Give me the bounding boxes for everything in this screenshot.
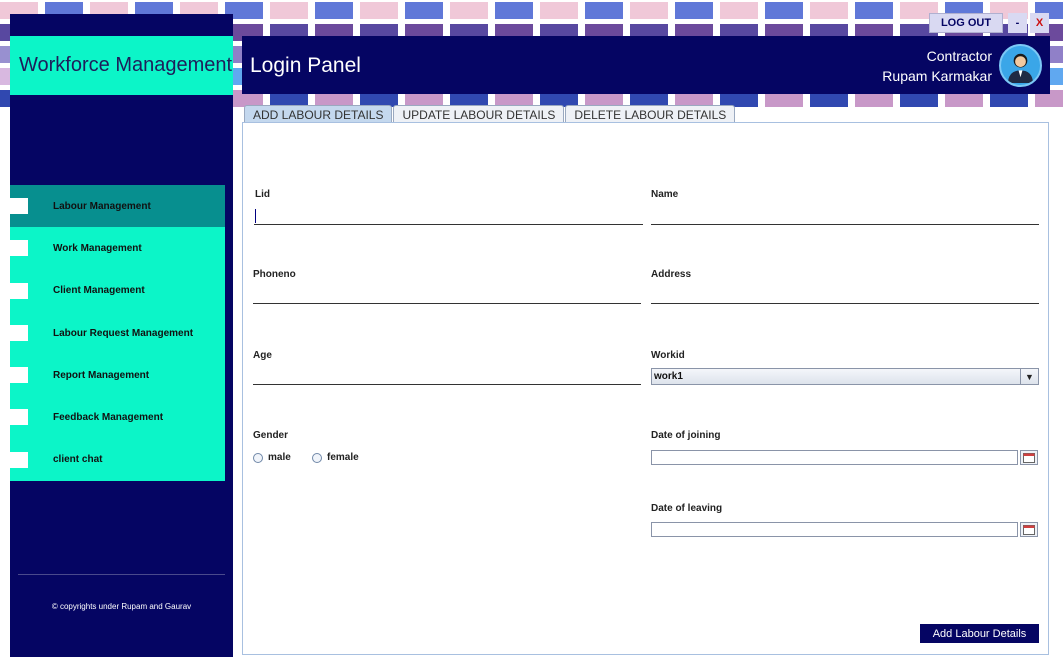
copyright-text: © copyrights under Rupam and Gaurav <box>51 602 192 611</box>
calendar-button-leaving[interactable] <box>1020 522 1038 537</box>
name-label: Name <box>651 189 679 200</box>
tab-update-labour-details[interactable]: UPDATE LABOUR DETAILS <box>393 105 565 123</box>
lid-input[interactable] <box>254 207 643 225</box>
sidebar-item-label: Feedback Management <box>53 412 164 424</box>
sidebar-menu: Labour Management Work Management Client… <box>10 185 225 482</box>
menu-marker <box>10 324 28 341</box>
sidebar-item-label: Report Management <box>53 369 150 381</box>
minimize-button[interactable]: - <box>1008 13 1027 33</box>
logout-button[interactable]: LOG OUT <box>929 13 1003 33</box>
menu-marker <box>10 282 28 299</box>
avatar <box>999 44 1042 87</box>
date-of-leaving-field[interactable] <box>651 522 1018 537</box>
lid-label: Lid <box>255 189 270 200</box>
header-bar: Login Panel Contractor Rupam Karmakar <box>242 36 1050 94</box>
radio-button-icon <box>253 452 263 463</box>
chevron-down-icon[interactable]: ▼ <box>1020 369 1038 384</box>
menu-marker <box>10 240 28 257</box>
calendar-icon <box>1023 524 1035 535</box>
menu-marker <box>10 367 28 384</box>
user-name: Rupam Karmakar <box>882 68 992 84</box>
close-button[interactable]: X <box>1030 13 1049 33</box>
page-title: Login Panel <box>250 54 361 77</box>
workid-select[interactable]: work1 ▼ <box>651 368 1039 385</box>
sidebar: Workforce Management Labour Management W… <box>10 14 233 657</box>
radio-label: female <box>327 452 359 463</box>
calendar-button-joining[interactable] <box>1020 450 1038 465</box>
age-input[interactable] <box>253 367 641 385</box>
sidebar-item-labour-management[interactable]: Labour Management <box>10 185 225 228</box>
radio-label: male <box>268 452 291 463</box>
workid-label: Workid <box>651 350 685 361</box>
sidebar-item-report-management[interactable]: Report Management <box>10 354 225 397</box>
add-labour-details-button[interactable]: Add Labour Details <box>920 624 1039 643</box>
tab-bar: ADD LABOUR DETAILS UPDATE LABOUR DETAILS… <box>244 105 736 123</box>
sidebar-item-client-management[interactable]: Client Management <box>10 269 225 312</box>
tab-add-labour-details[interactable]: ADD LABOUR DETAILS <box>244 105 393 123</box>
gender-radio-female[interactable]: female <box>312 452 359 463</box>
dol-label: Date of leaving <box>651 503 723 514</box>
name-input[interactable] <box>651 207 1039 225</box>
sidebar-item-label: Labour Request Management <box>53 327 194 339</box>
sidebar-divider <box>18 574 225 575</box>
sidebar-item-client-chat[interactable]: client chat <box>10 438 225 482</box>
sidebar-item-label: client chat <box>53 454 103 466</box>
add-labour-form: Lid Name Phoneno Address Age Workid work… <box>242 122 1049 655</box>
address-label: Address <box>651 269 692 280</box>
address-input[interactable] <box>651 286 1039 304</box>
calendar-icon <box>1023 452 1035 463</box>
user-role: Contractor <box>926 48 992 64</box>
phoneno-input[interactable] <box>253 286 641 304</box>
menu-marker <box>10 451 28 468</box>
age-label: Age <box>253 350 272 361</box>
user-avatar-icon <box>1007 53 1034 84</box>
gender-label: Gender <box>253 430 289 441</box>
date-of-joining-field[interactable] <box>651 450 1018 465</box>
sidebar-item-label: Labour Management <box>53 200 151 212</box>
sidebar-item-label: Work Management <box>53 242 142 254</box>
sidebar-item-work-management[interactable]: Work Management <box>10 227 225 270</box>
tab-delete-labour-details[interactable]: DELETE LABOUR DETAILS <box>565 105 736 123</box>
workid-selected-value: work1 <box>654 371 683 382</box>
radio-button-icon <box>312 452 322 463</box>
sidebar-item-labour-request-management[interactable]: Labour Request Management <box>10 311 225 355</box>
menu-marker <box>10 198 28 214</box>
doj-label: Date of joining <box>651 430 721 441</box>
text-caret <box>255 209 256 223</box>
gender-radio-male[interactable]: male <box>253 452 291 463</box>
sidebar-item-label: Client Management <box>53 285 145 297</box>
menu-marker <box>10 409 28 426</box>
sidebar-item-feedback-management[interactable]: Feedback Management <box>10 396 225 439</box>
app-brand-title: Workforce Management <box>10 36 233 95</box>
phoneno-label: Phoneno <box>253 269 296 280</box>
